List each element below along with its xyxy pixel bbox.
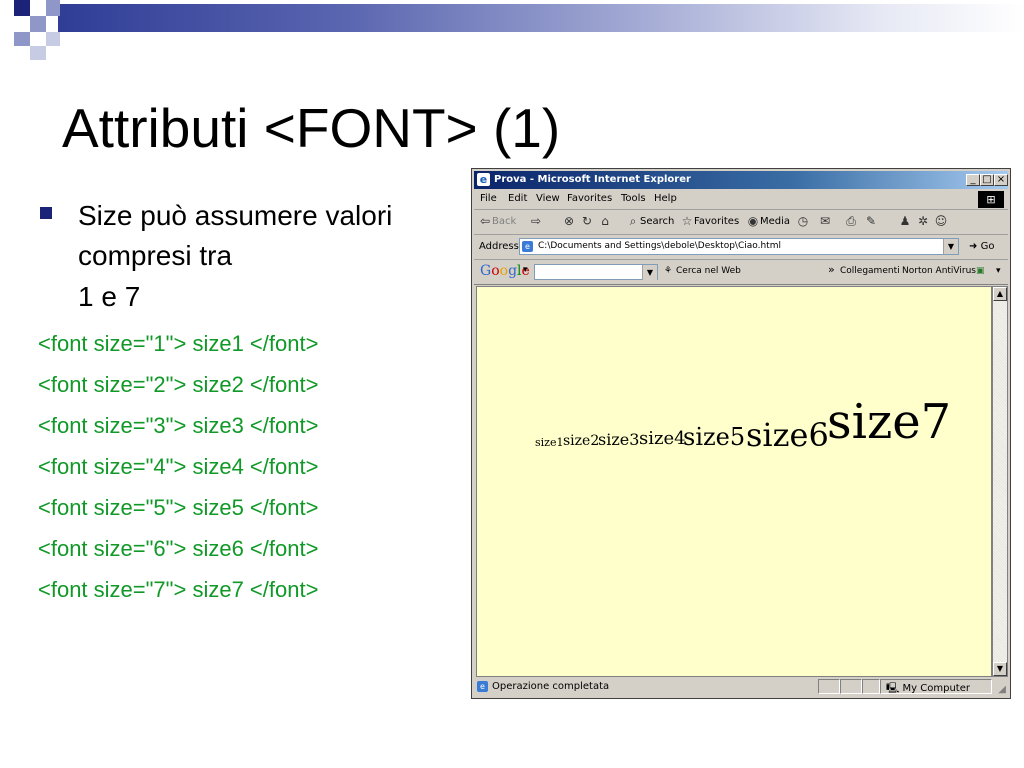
chevron-icon[interactable]: » [828, 263, 835, 276]
minimize-button[interactable]: _ [966, 174, 980, 186]
sample-size3: size3 [598, 430, 640, 449]
back-arrow-icon: ⇦ [479, 214, 491, 228]
sample-size1: size1 [535, 436, 564, 449]
slide-title: Attributi <FONT> (1) [62, 97, 561, 159]
go-label: Go [980, 241, 995, 252]
stop-icon[interactable]: ⊗ [562, 214, 576, 228]
favorites-icon: ☆ [681, 214, 693, 228]
address-input[interactable]: e C:\Documents and Settings\debole\Deskt… [519, 238, 959, 255]
page-icon: e [522, 241, 533, 252]
scroll-up-icon[interactable]: ▲ [993, 287, 1007, 301]
status-pane [840, 679, 862, 694]
scroll-down-icon[interactable]: ▼ [993, 662, 1007, 676]
decor-square [46, 32, 60, 46]
bullet-text-line1: Size può assumere valori [78, 200, 393, 231]
windows-logo-icon: ⊞ [978, 191, 1004, 208]
back-button[interactable]: Back [492, 216, 516, 227]
resize-grip-icon[interactable]: ◢ [998, 684, 1006, 695]
code-line: <font size="2"> size2 </font> [38, 372, 319, 397]
search-button[interactable]: Search [640, 216, 674, 227]
slide-decoration [0, 0, 1024, 60]
zone-text: 🖳 My Computer [886, 681, 970, 698]
forward-arrow-icon[interactable]: ⇨ [529, 214, 543, 228]
address-bar: Address e C:\Documents and Settings\debo… [474, 235, 1008, 260]
favorites-button[interactable]: Favorites [694, 216, 739, 227]
status-page-icon: e [477, 681, 488, 692]
zone-label: My Computer [902, 683, 970, 694]
settings-icon[interactable]: ✲ [916, 214, 930, 228]
google-search-dropdown-icon[interactable]: ▼ [642, 265, 657, 280]
go-button[interactable]: ➜ Go [969, 241, 994, 252]
cerca-nel-web-button[interactable]: Cerca nel Web [676, 266, 741, 276]
refresh-icon[interactable]: ↻ [580, 214, 594, 228]
search-icon: ⌕ [629, 214, 637, 228]
mail-icon[interactable]: ✉ [818, 214, 832, 228]
menu-file[interactable]: File [480, 193, 497, 204]
sample-size7: size7 [827, 394, 952, 450]
menu-edit[interactable]: Edit [508, 193, 527, 204]
code-line: <font size="5"> size5 </font> [38, 495, 319, 520]
browser-title-bar[interactable]: e Prova - Microsoft Internet Explorer _ … [474, 171, 1008, 189]
maximize-button[interactable]: □ [980, 174, 994, 186]
code-line: <font size="4"> size4 </font> [38, 454, 319, 479]
decor-square [14, 32, 30, 46]
print-icon[interactable]: ⎙ [844, 214, 858, 228]
google-toolbar: Google ▾ ▼ ⚘ Cerca nel Web » Collegament… [474, 260, 1008, 285]
media-button[interactable]: Media [760, 216, 790, 227]
status-pane [818, 679, 840, 694]
address-label: Address [479, 241, 519, 252]
google-menu-icon[interactable]: ▾ [523, 265, 528, 275]
bullet-marker [40, 207, 52, 219]
code-line: <font size="1"> size1 </font> [38, 331, 319, 356]
computer-icon: 🖳 [886, 683, 900, 694]
code-line: <font size="6"> size6 </font> [38, 536, 319, 561]
browser-window: e Prova - Microsoft Internet Explorer _ … [471, 168, 1011, 699]
decor-square [30, 16, 46, 32]
decor-square [46, 0, 60, 16]
go-arrow-icon: ➜ [969, 241, 978, 252]
home-icon[interactable]: ⌂ [598, 214, 612, 228]
vertical-scrollbar[interactable]: ▲ ▼ [992, 286, 1008, 677]
code-line: <font size="3"> size3 </font> [38, 413, 319, 438]
page-content: size1 size2 size3 size4 size5 size6 size… [476, 286, 992, 677]
menu-view[interactable]: View [536, 193, 560, 204]
menu-tools[interactable]: Tools [621, 193, 646, 204]
size-range: 1 e 7 [78, 281, 141, 312]
messenger-icon[interactable]: ♟ [898, 214, 912, 228]
edit-icon[interactable]: ✎ [864, 214, 878, 228]
bullet-text-line2: compresi tra [78, 240, 233, 271]
sample-size2: size2 [563, 433, 600, 449]
decor-square [30, 46, 46, 60]
title-accent-bar [58, 4, 1024, 32]
menu-bar: File Edit View Favorites Tools Help ⊞ [474, 190, 1008, 210]
address-dropdown-icon[interactable]: ▼ [943, 239, 958, 254]
user-icon[interactable]: ☺ [934, 214, 948, 228]
ie-icon: e [477, 173, 490, 186]
close-button[interactable]: × [994, 174, 1008, 186]
norton-dropdown-icon[interactable]: ▾ [996, 266, 1001, 276]
cerca-icon: ⚘ [664, 266, 673, 276]
google-search-input[interactable]: ▼ [534, 264, 658, 280]
status-text: Operazione completata [492, 681, 610, 692]
status-bar: e Operazione completata 🖳 My Computer ◢ [474, 678, 1008, 696]
menu-help[interactable]: Help [654, 193, 677, 204]
history-icon[interactable]: ◷ [796, 214, 810, 228]
media-icon: ◉ [747, 214, 759, 228]
decor-square [14, 0, 30, 16]
menu-favorites[interactable]: Favorites [567, 193, 612, 204]
sample-size5: size5 [683, 423, 746, 451]
norton-icon[interactable]: ▣ [976, 266, 985, 276]
code-line: <font size="7"> size7 </font> [38, 577, 319, 602]
collegamenti-link[interactable]: Collegamenti [840, 266, 900, 276]
sample-size4: size4 [639, 428, 686, 449]
norton-antivirus-button[interactable]: Norton AntiVirus [902, 266, 976, 276]
browser-title: Prova - Microsoft Internet Explorer [494, 174, 691, 185]
address-value[interactable]: C:\Documents and Settings\debole\Desktop… [538, 241, 781, 251]
sample-size6: size6 [746, 416, 829, 454]
status-pane [862, 679, 880, 694]
standard-toolbar: ⇦ Back ⇨ ⊗ ↻ ⌂ ⌕ Search ☆ Favorites ◉ Me… [474, 210, 1008, 235]
